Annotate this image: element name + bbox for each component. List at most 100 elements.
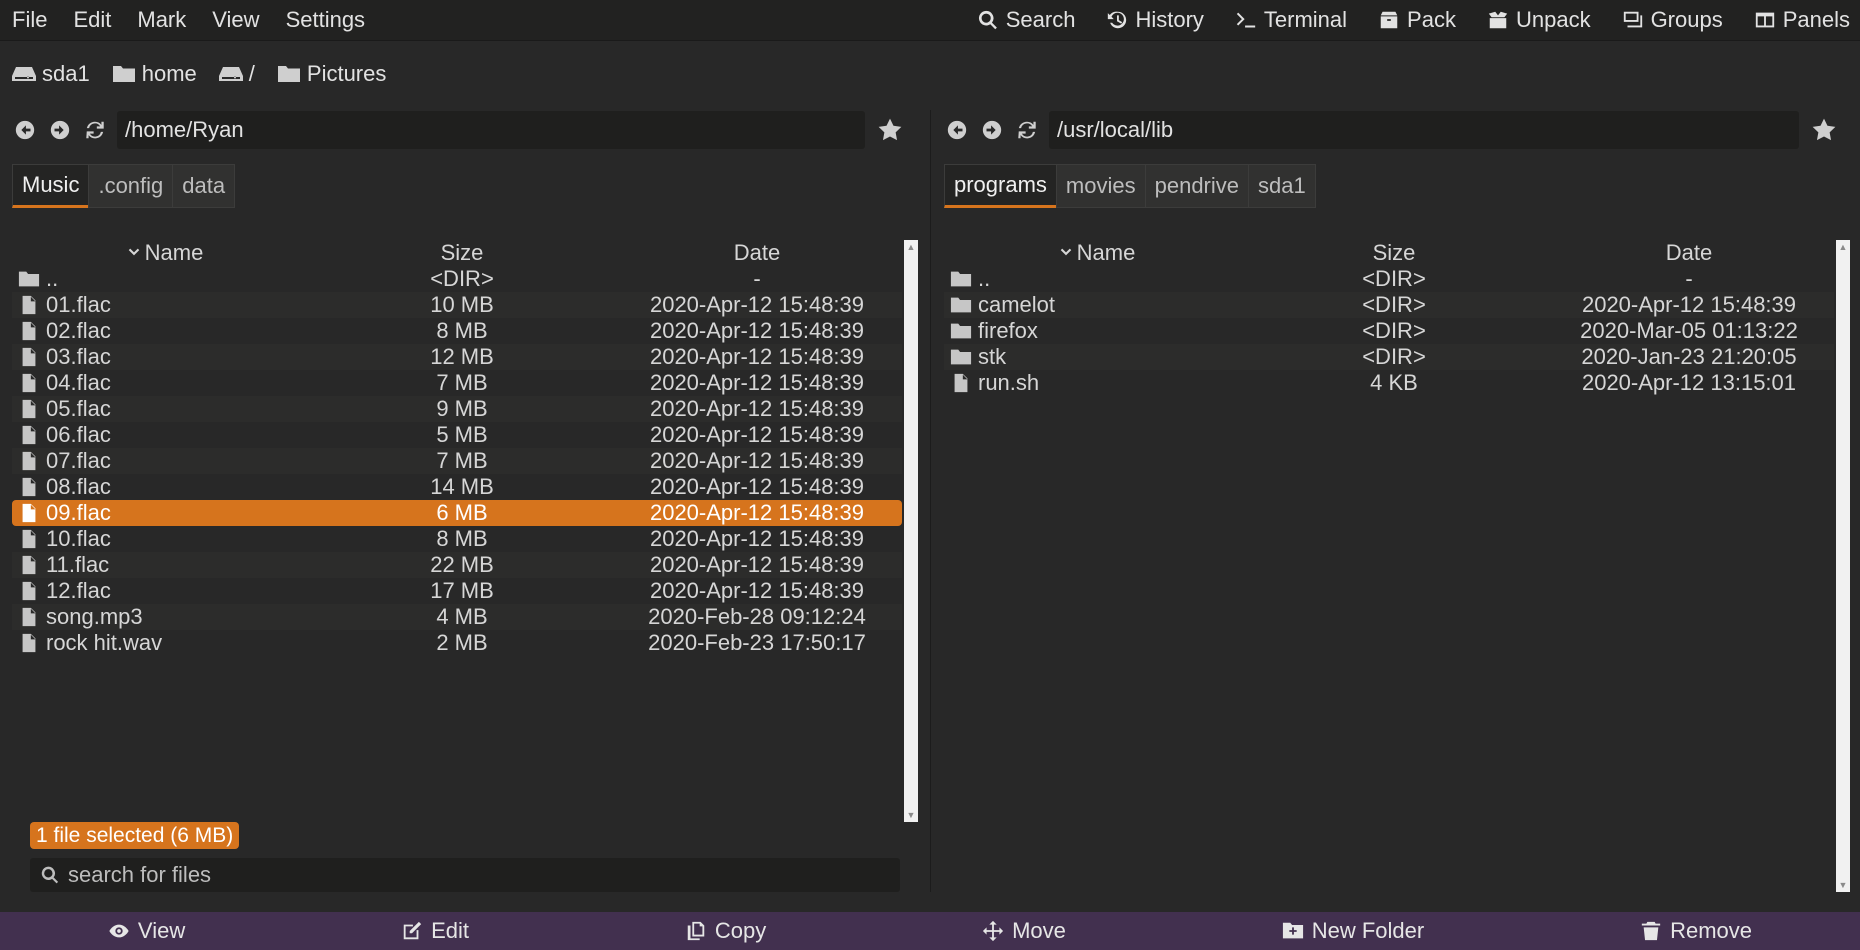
tab-music[interactable]: Music <box>12 164 90 208</box>
size-column-header[interactable]: Size <box>312 240 612 266</box>
right-list-header: Name Size Date <box>944 240 1834 266</box>
scroll-up-arrow[interactable]: ▲ <box>1836 240 1850 254</box>
file-name: 08.flac <box>46 474 111 499</box>
left-path-input[interactable] <box>117 111 865 149</box>
file-icon <box>22 607 36 627</box>
name-column-header[interactable]: Name <box>12 240 312 266</box>
file-name: rock hit.wav <box>46 630 163 655</box>
terminal-button[interactable]: Terminal <box>1219 7 1362 33</box>
scroll-down-arrow[interactable]: ▼ <box>904 808 918 822</box>
table-row[interactable]: 03.flac 12 MB 2020-Apr-12 15:48:39 <box>12 344 902 370</box>
table-row[interactable]: 10.flac 8 MB 2020-Apr-12 15:48:39 <box>12 526 902 552</box>
table-row[interactable]: 05.flac 9 MB 2020-Apr-12 15:48:39 <box>12 396 902 422</box>
file-size: <DIR> <box>1362 344 1426 369</box>
back-icon[interactable] <box>12 117 38 143</box>
table-row[interactable]: rock hit.wav 2 MB 2020-Feb-23 17:50:17 <box>12 630 902 656</box>
tab-movies[interactable]: movies <box>1055 164 1146 208</box>
sort-chevron-down-icon <box>128 248 139 256</box>
table-row[interactable]: firefox <DIR> 2020-Mar-05 01:13:22 <box>944 318 1834 344</box>
file-size: 4 MB <box>436 604 488 629</box>
device-root[interactable]: / <box>207 61 265 87</box>
panels-button-label: Panels <box>1782 7 1850 32</box>
forward-icon[interactable] <box>47 117 73 143</box>
scroll-up-arrow[interactable]: ▲ <box>904 240 918 254</box>
date-column-header[interactable]: Date <box>612 240 902 266</box>
table-row[interactable]: .. <DIR> - <box>12 266 902 292</box>
file-icon <box>22 321 36 341</box>
table-row[interactable]: 08.flac 14 MB 2020-Apr-12 15:48:39 <box>12 474 902 500</box>
eye-icon <box>109 924 129 938</box>
menu-file[interactable]: File <box>0 7 60 33</box>
refresh-icon[interactable] <box>82 117 108 143</box>
table-row[interactable]: 09.flac 6 MB 2020-Apr-12 15:48:39 <box>12 500 902 526</box>
search-button[interactable]: Search <box>961 7 1091 33</box>
tab-config[interactable]: .config <box>88 164 174 208</box>
edit-icon <box>403 921 422 940</box>
right-scrollbar[interactable]: ▲ ▼ <box>1836 240 1850 892</box>
menu-view[interactable]: View <box>199 7 272 33</box>
table-row[interactable]: 02.flac 8 MB 2020-Apr-12 15:48:39 <box>12 318 902 344</box>
device-label: / <box>248 61 255 86</box>
file-search-box <box>30 858 900 892</box>
panel-divider[interactable] <box>930 110 931 892</box>
scroll-down-arrow[interactable]: ▼ <box>1836 878 1850 892</box>
table-row[interactable]: 11.flac 22 MB 2020-Apr-12 15:48:39 <box>12 552 902 578</box>
tab-pendrive[interactable]: pendrive <box>1144 164 1249 208</box>
pack-button[interactable]: Pack <box>1362 7 1471 33</box>
pack-button-label: Pack <box>1407 7 1456 32</box>
history-button[interactable]: History <box>1090 7 1218 33</box>
tab-sda1[interactable]: sda1 <box>1248 164 1316 208</box>
groups-button[interactable]: Groups <box>1606 7 1738 33</box>
edit-button[interactable]: Edit <box>401 918 469 944</box>
menu-bar: File Edit Mark View Settings Search Hist… <box>0 0 1860 41</box>
panels-button[interactable]: Panels <box>1738 7 1860 33</box>
unpack-button[interactable]: Unpack <box>1471 7 1606 33</box>
bookmark-star-icon[interactable] <box>1811 117 1837 143</box>
move-button[interactable]: Move <box>982 918 1066 944</box>
file-size: 14 MB <box>430 474 494 499</box>
forward-icon[interactable] <box>979 117 1005 143</box>
table-row[interactable]: 07.flac 7 MB 2020-Apr-12 15:48:39 <box>12 448 902 474</box>
table-row[interactable]: 12.flac 17 MB 2020-Apr-12 15:48:39 <box>12 578 902 604</box>
device-pictures[interactable]: Pictures <box>265 61 396 87</box>
left-list-header: Name Size Date <box>12 240 902 266</box>
table-row[interactable]: 06.flac 5 MB 2020-Apr-12 15:48:39 <box>12 422 902 448</box>
file-size: 8 MB <box>436 318 488 343</box>
name-column-header[interactable]: Name <box>944 240 1244 266</box>
left-scrollbar[interactable]: ▲ ▼ <box>904 240 918 822</box>
file-date: - <box>1685 266 1693 291</box>
tab-programs[interactable]: programs <box>944 164 1057 208</box>
date-column-header[interactable]: Date <box>1544 240 1834 266</box>
folder-icon <box>18 271 40 287</box>
right-path-input[interactable] <box>1049 111 1799 149</box>
table-row[interactable]: 04.flac 7 MB 2020-Apr-12 15:48:39 <box>12 370 902 396</box>
file-name-cell: 11.flac <box>12 552 312 578</box>
table-row[interactable]: stk <DIR> 2020-Jan-23 21:20:05 <box>944 344 1834 370</box>
size-column-header[interactable]: Size <box>1244 240 1544 266</box>
file-name-cell: 12.flac <box>12 578 312 604</box>
file-icon <box>954 373 968 393</box>
menu-mark[interactable]: Mark <box>124 7 199 33</box>
groups-icon <box>1621 8 1645 32</box>
menu-edit[interactable]: Edit <box>60 7 124 33</box>
device-home[interactable]: home <box>100 61 207 87</box>
view-button[interactable]: View <box>108 918 185 944</box>
table-row[interactable]: run.sh 4 KB 2020-Apr-12 13:15:01 <box>944 370 1834 396</box>
right-tabs: programs movies pendrive sda1 <box>944 164 1850 208</box>
table-row[interactable]: camelot <DIR> 2020-Apr-12 15:48:39 <box>944 292 1834 318</box>
table-row[interactable]: song.mp3 4 MB 2020-Feb-28 09:12:24 <box>12 604 902 630</box>
table-row[interactable]: 01.flac 10 MB 2020-Apr-12 15:48:39 <box>12 292 902 318</box>
file-search-input[interactable] <box>66 861 850 889</box>
bookmark-star-icon[interactable] <box>877 117 903 143</box>
device-sda1[interactable]: sda1 <box>0 61 100 87</box>
file-icon <box>22 529 36 549</box>
refresh-icon[interactable] <box>1014 117 1040 143</box>
menu-settings[interactable]: Settings <box>273 7 379 33</box>
tab-data[interactable]: data <box>172 164 236 208</box>
table-row[interactable]: .. <DIR> - <box>944 266 1834 292</box>
copy-button[interactable]: Copy <box>685 918 766 944</box>
new-folder-button[interactable]: New Folder <box>1282 918 1424 944</box>
remove-button[interactable]: Remove <box>1640 918 1752 944</box>
back-icon[interactable] <box>944 117 970 143</box>
file-name: firefox <box>978 318 1038 343</box>
